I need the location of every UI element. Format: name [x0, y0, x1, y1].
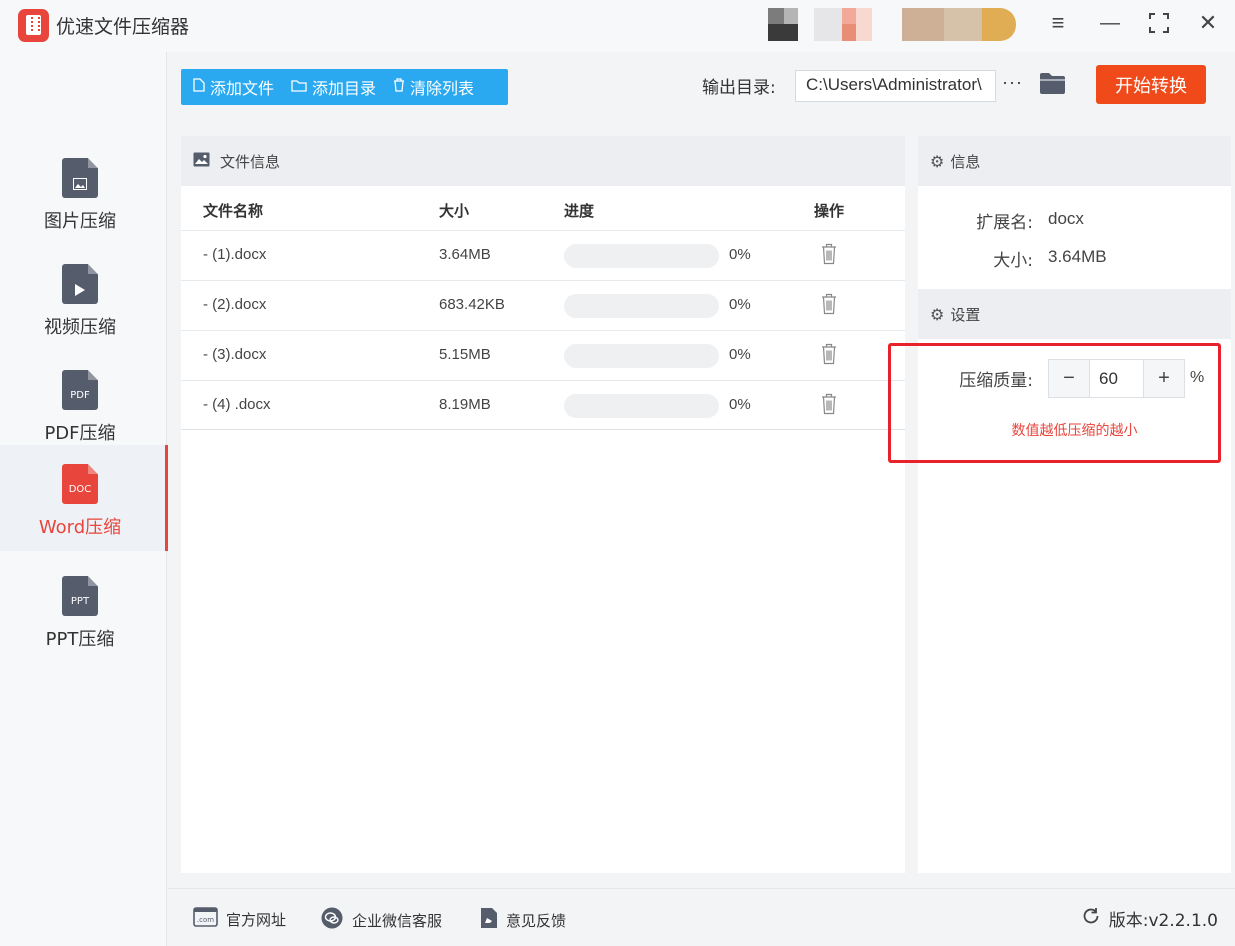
official-website-link[interactable]: .com 官方网址: [193, 907, 286, 931]
minimize-icon[interactable]: —: [1093, 8, 1127, 38]
sidebar-item-image-compress[interactable]: 图片压缩: [0, 139, 167, 245]
delete-trash-icon[interactable]: [821, 393, 837, 415]
progress-percent: 0%: [729, 246, 751, 263]
feedback-link[interactable]: 意见反馈: [480, 907, 566, 933]
progress-percent: 0%: [729, 296, 751, 313]
wechat-support-link[interactable]: 企业微信客服: [320, 907, 442, 933]
settings-header: ⚙ 设置: [918, 289, 1231, 339]
sidebar-item-label: 视频压缩: [44, 317, 116, 338]
progress-bar: [564, 344, 719, 368]
feedback-icon: [480, 907, 498, 933]
video-file-icon: [62, 264, 98, 304]
file-icon: [193, 78, 205, 96]
file-size: 3.64MB: [439, 246, 491, 263]
progress-bar: [564, 244, 719, 268]
file-info-header: 文件信息: [181, 136, 905, 186]
file-actions-toolbar: 添加文件 添加目录 清除列表: [181, 69, 508, 105]
table-row[interactable]: - (3).docx 5.15MB 0%: [181, 330, 905, 380]
extension-label: 扩展名:: [976, 213, 1033, 233]
gear-icon: ⚙: [930, 304, 945, 324]
output-directory-label: 输出目录:: [702, 78, 776, 98]
maximize-icon[interactable]: [1142, 8, 1176, 38]
close-icon[interactable]: ✕: [1191, 8, 1225, 38]
size-value: 3.64MB: [1048, 247, 1107, 266]
sidebar-item-video-compress[interactable]: 视频压缩: [0, 245, 167, 351]
folder-outline-icon: [291, 79, 307, 96]
progress-percent: 0%: [729, 396, 751, 413]
table-row[interactable]: - (2).docx 683.42KB 0%: [181, 280, 905, 330]
delete-trash-icon[interactable]: [821, 293, 837, 315]
add-file-label: 添加文件: [210, 79, 275, 98]
sidebar-item-label: Word压缩: [38, 517, 122, 538]
sidebar-item-label: 图片压缩: [44, 211, 116, 232]
version-info[interactable]: 版本:v2.2.1.0: [1081, 906, 1218, 931]
progress-percent: 0%: [729, 346, 751, 363]
trash-icon: [393, 78, 405, 96]
file-info-title: 文件信息: [220, 152, 281, 171]
clear-list-button[interactable]: 清除列表: [393, 75, 474, 99]
column-header-progress: 进度: [564, 202, 595, 220]
sidebar-item-ppt-compress[interactable]: PPT PPT压缩: [0, 557, 167, 663]
website-icon: .com: [193, 907, 218, 931]
pdf-file-icon: PDF: [62, 370, 98, 410]
column-header-size: 大小: [439, 202, 470, 220]
add-file-button[interactable]: 添加文件: [193, 75, 274, 99]
table-row[interactable]: - (1).docx 3.64MB 0%: [181, 230, 905, 280]
footer-bar: .com 官方网址 企业微信客服 意见反馈 版本:v2.2.1.0: [168, 888, 1235, 946]
add-directory-label: 添加目录: [312, 79, 377, 98]
title-bar: 优速文件压缩器 ≡ — ✕: [0, 0, 1235, 52]
column-header-name: 文件名称: [203, 202, 264, 220]
ppt-file-icon: PPT: [62, 576, 98, 616]
info-title: 信息: [950, 152, 981, 171]
image-icon: [193, 152, 210, 171]
add-directory-button[interactable]: 添加目录: [291, 75, 376, 99]
browse-more-button[interactable]: ···: [1002, 72, 1023, 93]
open-folder-icon[interactable]: [1040, 73, 1065, 94]
progress-bar: [564, 294, 719, 318]
menu-icon[interactable]: ≡: [1041, 8, 1075, 38]
delete-trash-icon[interactable]: [821, 243, 837, 265]
gear-icon: ⚙: [930, 151, 945, 171]
blurred-user-avatar[interactable]: [768, 8, 1018, 41]
delete-trash-icon[interactable]: [821, 343, 837, 365]
wechat-label: 企业微信客服: [352, 911, 443, 930]
file-size: 5.15MB: [439, 346, 491, 363]
start-convert-button[interactable]: 开始转换: [1096, 65, 1206, 104]
sidebar-item-word-compress[interactable]: DOC Word压缩: [0, 445, 168, 551]
size-label: 大小:: [993, 251, 1033, 271]
progress-bar: [564, 394, 719, 418]
file-size: 8.19MB: [439, 396, 491, 413]
refresh-icon: [1081, 906, 1101, 931]
file-name: - (1).docx: [203, 246, 267, 263]
file-name: - (2).docx: [203, 296, 267, 313]
sidebar: 图片压缩 视频压缩 PDF PDF压缩 DOC Word压缩 PPT PPT压缩: [0, 52, 168, 946]
app-logo-icon: [18, 9, 49, 42]
file-size: 683.42KB: [439, 296, 505, 313]
clear-list-label: 清除列表: [410, 79, 475, 98]
image-file-icon: [62, 158, 98, 198]
sidebar-item-label: PDF压缩: [44, 423, 116, 444]
highlight-annotation-box: [888, 343, 1221, 463]
chat-icon: [320, 907, 344, 933]
sidebar-item-label: PPT压缩: [45, 629, 115, 650]
info-settings-panel: ⚙ 信息 扩展名: docx 大小: 3.64MB ⚙ 设置 压缩质量: − 6…: [918, 136, 1231, 873]
version-label: 版本:v2.2.1.0: [1108, 911, 1218, 931]
info-header: ⚙ 信息: [918, 136, 1231, 186]
file-list-panel: 文件信息 文件名称 大小 进度 操作 - (1).docx 3.64MB 0% …: [181, 136, 905, 873]
column-header-action: 操作: [814, 202, 845, 220]
sidebar-item-pdf-compress[interactable]: PDF PDF压缩: [0, 351, 167, 457]
file-name: - (4) .docx: [203, 396, 271, 413]
website-label: 官方网址: [226, 910, 287, 929]
settings-title: 设置: [950, 305, 981, 324]
extension-value: docx: [1048, 209, 1084, 228]
file-name: - (3).docx: [203, 346, 267, 363]
feedback-label: 意见反馈: [506, 911, 567, 930]
doc-file-icon: DOC: [62, 464, 98, 504]
svg-text:.com: .com: [197, 916, 214, 924]
table-row[interactable]: - (4) .docx 8.19MB 0%: [181, 380, 905, 430]
app-title: 优速文件压缩器: [56, 16, 190, 38]
output-directory-field[interactable]: C:\Users\Administrator\: [795, 70, 996, 102]
